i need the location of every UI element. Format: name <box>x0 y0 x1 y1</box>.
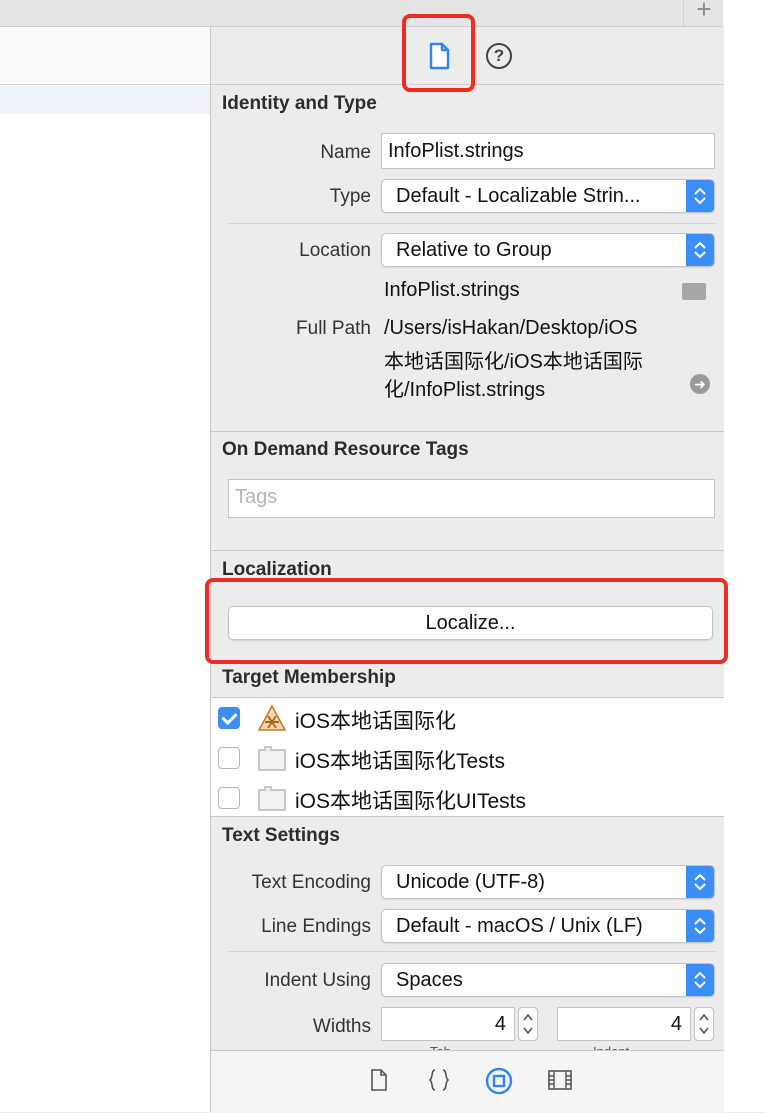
file-template-icon[interactable] <box>366 1067 392 1093</box>
location-file-name: InfoPlist.strings <box>384 279 520 301</box>
highlight-file-tab <box>402 14 475 92</box>
list-item[interactable]: iOS本地话国际化UITests <box>211 778 724 818</box>
on-demand-section-title: On Demand Resource Tags <box>222 439 469 460</box>
test-bundle-icon <box>257 784 287 812</box>
widths-label: Widths <box>312 1016 371 1037</box>
editor-tab-bar <box>0 0 210 27</box>
library-tab-bar <box>211 1050 724 1113</box>
list-item[interactable]: iOS本地话国际化Tests <box>211 738 724 778</box>
name-field[interactable]: InfoPlist.strings <box>381 133 715 169</box>
reveal-arrow-icon[interactable]: ➜ <box>690 374 710 394</box>
list-item[interactable]: iOS本地话国际化 <box>211 698 724 738</box>
chevron-updown-icon <box>686 910 714 942</box>
chevron-updown-icon <box>686 964 714 996</box>
target-label: iOS本地话国际化UITests <box>295 790 527 813</box>
test-bundle-icon <box>257 744 287 772</box>
editor-area[interactable] <box>0 85 210 1112</box>
location-popup-value: Relative to Group <box>396 239 552 261</box>
full-path-line-2: 本地话国际化/iOS本地话国际 <box>384 351 643 373</box>
folder-icon[interactable] <box>682 283 706 300</box>
line-endings-popup[interactable]: Default - macOS / Unix (LF) <box>381 909 715 943</box>
full-path-line-3: 化/InfoPlist.strings <box>384 379 546 401</box>
name-label: Name <box>320 142 371 163</box>
target-list: iOS本地话国际化 iOS本地话国际化Tests iOS本地话国际化UITest… <box>211 697 724 817</box>
target-membership-title: Target Membership <box>222 667 396 688</box>
text-encoding-label: Text Encoding <box>251 872 371 893</box>
chevron-updown-icon <box>686 866 714 898</box>
target-checkbox[interactable] <box>218 707 240 729</box>
text-encoding-value: Unicode (UTF-8) <box>396 871 545 893</box>
identity-divider <box>228 223 715 224</box>
media-library-icon[interactable] <box>547 1067 573 1093</box>
text-encoding-popup[interactable]: Unicode (UTF-8) <box>381 865 715 899</box>
identity-section-title: Identity and Type <box>222 93 377 114</box>
window-background <box>723 0 766 1112</box>
text-settings-title: Text Settings <box>222 825 340 846</box>
indent-using-label: Indent Using <box>264 970 371 991</box>
indent-width-stepper[interactable] <box>694 1007 714 1041</box>
type-popup[interactable]: Default - Localizable Strin... <box>381 179 715 213</box>
target-checkbox[interactable] <box>218 787 240 809</box>
indent-using-value: Spaces <box>396 969 463 991</box>
full-path-line-1: /Users/isHakan/Desktop/iOS <box>384 317 638 339</box>
editor-selected-line <box>0 86 210 114</box>
file-inspector: ? Identity and Type Name InfoPlist.strin… <box>205 14 728 1113</box>
add-tab-button[interactable]: + <box>683 0 724 26</box>
target-label: iOS本地话国际化 <box>295 710 457 733</box>
help-icon[interactable]: ? <box>486 43 512 69</box>
tab-width-field[interactable]: 4 <box>381 1007 515 1041</box>
target-checkbox[interactable] <box>218 747 240 769</box>
type-label: Type <box>329 186 371 207</box>
indent-width-field[interactable]: 4 <box>557 1007 691 1041</box>
app-target-icon <box>257 704 287 732</box>
line-endings-value: Default - macOS / Unix (LF) <box>396 915 643 937</box>
line-endings-label: Line Endings <box>261 916 371 937</box>
highlight-localize <box>205 578 728 664</box>
text-settings-divider <box>228 951 715 952</box>
location-label: Location <box>299 240 371 261</box>
full-path-label: Full Path <box>296 318 371 339</box>
code-snippet-icon[interactable] <box>426 1067 452 1093</box>
section-separator <box>211 431 724 432</box>
type-popup-value: Default - Localizable Strin... <box>396 185 641 207</box>
object-library-icon[interactable] <box>485 1067 513 1095</box>
target-label: iOS本地话国际化Tests <box>295 750 506 773</box>
chevron-updown-icon <box>686 180 714 212</box>
tab-width-stepper[interactable] <box>518 1007 538 1041</box>
chevron-updown-icon <box>686 234 714 266</box>
tags-input[interactable]: Tags <box>228 479 715 518</box>
editor-jump-bar <box>0 27 210 85</box>
location-popup[interactable]: Relative to Group <box>381 233 715 267</box>
section-separator <box>211 550 724 551</box>
indent-using-popup[interactable]: Spaces <box>381 963 715 997</box>
